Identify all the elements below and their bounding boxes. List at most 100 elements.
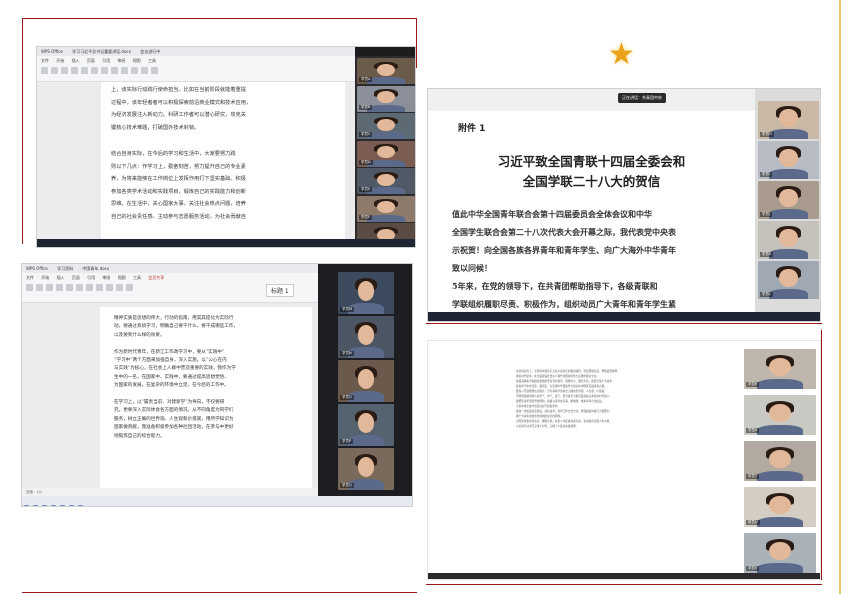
ribbon-tab[interactable]: 开始 <box>41 275 49 280</box>
app-icon[interactable] <box>33 504 38 506</box>
ribbon-tab[interactable]: 会员专享 <box>148 275 164 280</box>
participant-video-tile[interactable]: 学员C <box>357 113 415 139</box>
participant-panel: 学员H 学员I 学员J 学员K 学员L <box>755 89 820 321</box>
tool-icon[interactable] <box>141 67 148 74</box>
screenshot-word-doc-meeting-1: WPS Office 学习习近平总书记重要讲话.docx 会议进行中 文件 开始… <box>36 46 416 248</box>
participant-video-tile[interactable]: 学员R <box>744 349 816 389</box>
participant-body <box>768 129 808 139</box>
participant-video-tile[interactable]: 学员U <box>744 487 816 527</box>
participant-video-tile[interactable]: 学员K <box>758 221 819 259</box>
participant-video-tile[interactable]: 学员A <box>357 58 415 84</box>
participant-video-tile[interactable]: 学员H <box>758 101 819 139</box>
app-icon[interactable] <box>42 504 47 506</box>
tool-icon[interactable] <box>151 67 158 74</box>
participant-face <box>769 357 791 377</box>
style-selector[interactable]: 标题 1 <box>266 284 294 297</box>
tab-materials[interactable]: 学习资料 <box>53 264 77 273</box>
app-icon[interactable] <box>78 504 83 506</box>
app-icon[interactable] <box>51 504 56 506</box>
tool-icon[interactable] <box>111 67 118 74</box>
participant-video-tile[interactable]: 学员E <box>357 168 415 194</box>
tool-icon[interactable] <box>121 67 128 74</box>
participant-video-tile[interactable]: 学员M <box>338 272 394 314</box>
app-icon[interactable] <box>60 504 65 506</box>
ribbon-tab[interactable]: 页面 <box>72 275 80 280</box>
app-icon[interactable] <box>439 320 444 321</box>
ribbon-tab[interactable]: 插入 <box>57 275 65 280</box>
participant-body <box>367 214 405 222</box>
screenshot-congratulatory-letter-meeting: 正在讲话：共青团中央 附件 1 习近平致全国青联十四届全委会和 全国学联二十八大… <box>427 88 821 322</box>
app-icon[interactable] <box>75 248 80 249</box>
participant-video-tile[interactable]: 学员Q <box>338 448 394 490</box>
participant-body <box>756 516 804 527</box>
ribbon-tab[interactable]: 开始 <box>56 58 64 63</box>
app-icon[interactable] <box>84 248 89 249</box>
ribbon-tab[interactable]: 审阅 <box>102 275 110 280</box>
app-icon[interactable] <box>448 320 453 321</box>
tab-document[interactable]: 中国青年.docx <box>78 264 113 273</box>
tool-icon[interactable] <box>116 284 123 291</box>
ribbon-tab[interactable]: 文件 <box>26 275 34 280</box>
app-icon[interactable] <box>57 248 62 249</box>
participant-video-tile[interactable]: 学员V <box>744 533 816 573</box>
tool-icon[interactable] <box>71 67 78 74</box>
ribbon-tab[interactable]: 审阅 <box>117 58 125 63</box>
start-icon[interactable] <box>24 504 29 506</box>
tool-icon[interactable] <box>126 284 133 291</box>
tool-icon[interactable] <box>41 67 48 74</box>
tab-meeting[interactable]: 会议进行中 <box>136 47 164 56</box>
tool-icon[interactable] <box>51 67 58 74</box>
participant-video-tile[interactable]: 学员J <box>758 181 819 219</box>
ribbon-tab[interactable]: 引用 <box>87 275 95 280</box>
ribbon-tab[interactable]: 引用 <box>102 58 110 63</box>
app-icon[interactable] <box>466 320 471 321</box>
tool-icon[interactable] <box>86 284 93 291</box>
tab-wps[interactable]: WPS Office <box>22 264 52 273</box>
tool-icon[interactable] <box>76 284 83 291</box>
participant-video-tile[interactable]: 学员B <box>357 85 415 112</box>
app-icon[interactable] <box>48 248 53 249</box>
tool-icon[interactable] <box>131 67 138 74</box>
participant-video-tile[interactable]: 学员S <box>744 395 816 435</box>
app-icon[interactable] <box>457 320 462 321</box>
participant-video-tile[interactable]: 学员I <box>758 141 819 179</box>
ribbon-tab[interactable]: 视图 <box>133 58 141 63</box>
participant-video-tile[interactable]: 学员O <box>338 360 394 402</box>
ribbon-tab[interactable]: 插入 <box>72 58 80 63</box>
tool-icon[interactable] <box>106 284 113 291</box>
tool-icon[interactable] <box>46 284 53 291</box>
tool-icon[interactable] <box>56 284 63 291</box>
participant-name-tag: 学员E <box>359 187 373 192</box>
participant-face <box>377 201 395 214</box>
ribbon-tab[interactable]: 文件 <box>41 58 49 63</box>
tool-icon[interactable] <box>36 284 43 291</box>
ribbon-tab[interactable]: 工具 <box>133 275 141 280</box>
app-icon[interactable] <box>66 248 71 249</box>
tool-icon[interactable] <box>61 67 68 74</box>
tool-icon[interactable] <box>91 67 98 74</box>
windows-taskbar <box>22 496 412 506</box>
app-icon[interactable] <box>69 504 74 506</box>
participant-video-tile[interactable]: 学员T <box>744 441 816 481</box>
participant-face <box>357 457 375 477</box>
ribbon-tab[interactable]: 视图 <box>118 275 126 280</box>
tool-icon[interactable] <box>66 284 73 291</box>
participant-video-tile[interactable]: 学员P <box>338 404 394 446</box>
participant-video-tile[interactable]: 学员F <box>357 195 415 222</box>
participant-video-tile[interactable]: 学员D <box>357 140 415 167</box>
tool-icon[interactable] <box>96 284 103 291</box>
tab-document[interactable]: 学习习近平总书记重要讲话.docx <box>68 47 135 56</box>
ribbon-tab[interactable]: 工具 <box>148 58 156 63</box>
start-icon[interactable] <box>430 320 435 321</box>
participant-face <box>779 149 798 167</box>
tool-icon[interactable] <box>26 284 33 291</box>
start-icon[interactable] <box>39 248 44 249</box>
tool-icon[interactable] <box>81 67 88 74</box>
document-area: 上，该实际行动践行使命担当。比如在当前阶段就能着重提 过程中，该年轻者者可以积极… <box>37 82 355 241</box>
tool-icon[interactable] <box>101 67 108 74</box>
tab-wps[interactable]: WPS Office <box>37 47 67 56</box>
letter-title-line-1: 习近平致全国青联十四届全委会和 <box>497 154 686 169</box>
participant-video-tile[interactable]: 学员N <box>338 316 394 358</box>
ribbon-tab[interactable]: 页面 <box>87 58 95 63</box>
participant-video-tile[interactable]: 学员L <box>758 261 819 299</box>
